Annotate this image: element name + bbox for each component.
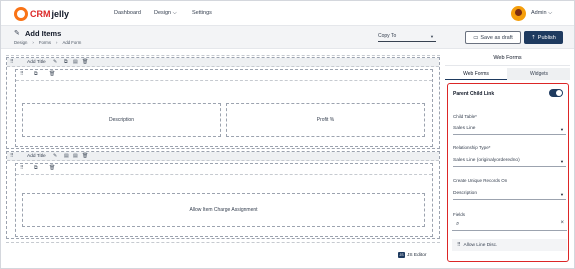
caret-down-icon: ▼	[430, 34, 434, 39]
form-section[interactable]: ⠿ ⧉ 🗑 Allow Item Charge Assignment	[15, 163, 433, 237]
breadcrumb-forms[interactable]: Forms	[39, 40, 51, 45]
logo-jelly-text: jelly	[51, 8, 70, 19]
parent-child-link-label: Parent Child Link	[453, 91, 495, 97]
copy-icon[interactable]: ⧉	[34, 71, 38, 77]
breadcrumb-separator: ›	[32, 40, 34, 45]
breadcrumb-add-form: Add Form	[62, 40, 82, 45]
form-section[interactable]: ⠿ ⧉ 🗑 Description Profit %	[15, 69, 433, 147]
js-icon: JS	[398, 252, 405, 258]
search-icon: ⌕	[456, 221, 460, 227]
field-item-label: Allow Line Disc.	[463, 242, 498, 248]
pencil-icon[interactable]: ✎	[53, 153, 57, 159]
caret-down-icon: ▼	[560, 192, 564, 197]
copy-icon[interactable]: ⧉	[64, 59, 68, 65]
divider	[6, 242, 440, 243]
copy-to-label: Copy To	[378, 33, 397, 39]
unique-records-select[interactable]: Description ▼	[453, 189, 566, 200]
child-table-value: Sales Line	[453, 126, 476, 131]
logo-crm-text: CRM	[30, 8, 51, 19]
child-table-label: Child Table*	[453, 114, 477, 119]
nav-dashboard[interactable]: Dashboard	[114, 10, 141, 16]
nav-design-label: Design	[154, 10, 172, 16]
page-title: Add Items	[25, 29, 62, 38]
drag-handle-icon[interactable]: ⠿	[10, 59, 14, 65]
drag-handle-icon[interactable]: ⠿	[20, 165, 24, 171]
divider	[16, 80, 432, 81]
save-draft-button[interactable]: ▭ Save as draft	[465, 31, 521, 44]
child-table-select[interactable]: Sales Line ▼	[453, 124, 566, 135]
drag-handle-icon[interactable]: ⠿	[20, 71, 24, 77]
columns-icon[interactable]: ▤	[64, 153, 69, 159]
parent-child-link-section: Parent Child Link Child Table* Sales Lin…	[447, 83, 569, 262]
copy-icon[interactable]: ⧉	[34, 165, 38, 171]
breadcrumb-design[interactable]: Design	[14, 40, 27, 45]
row-title[interactable]: Add Title	[27, 60, 46, 65]
fields-search-input[interactable]: ⌕ ×	[452, 220, 567, 231]
trash-icon[interactable]: 🗑	[49, 165, 55, 171]
breadcrumb: Design › Forms › Add Form	[14, 40, 81, 45]
form-canvas: ⠿ Add Title ✎ ⧉ ▤ 🗑 ⠿ ⧉ 🗑 Description Pr…	[6, 52, 440, 264]
drag-handle-icon[interactable]: ⠿	[10, 153, 14, 159]
caret-down-icon: ▼	[560, 127, 564, 132]
form-row[interactable]: ⠿ Add Title ✎ ⧉ ▤ 🗑 ⠿ ⧉ 🗑 Description Pr…	[6, 57, 440, 149]
avatar[interactable]	[511, 6, 526, 21]
nav-settings[interactable]: Settings	[192, 10, 212, 16]
user-menu[interactable]: Admin ⌵	[531, 10, 552, 17]
relationship-type-value: Sales Line (originalyorderedno)	[453, 158, 520, 163]
drag-handle-icon[interactable]: ⠿	[457, 243, 461, 248]
parent-child-link-toggle[interactable]	[549, 89, 563, 97]
page-header: ✎ Add Items Design › Forms › Add Form Co…	[1, 26, 574, 49]
relationship-type-select[interactable]: Sales Line (originalyorderedno) ▼	[453, 156, 566, 167]
trash-icon[interactable]: 🗑	[49, 71, 55, 77]
chevron-down-icon: ⌵	[172, 10, 177, 16]
relationship-type-label: Relationship Type*	[453, 145, 491, 150]
chevron-down-icon: ⌵	[548, 10, 553, 16]
row-title[interactable]: Add Title	[27, 154, 46, 159]
panel-tabs: Web Forms Widgets	[445, 68, 570, 80]
properties-panel: Web Forms Web Forms Widgets Parent Child…	[445, 51, 570, 264]
row-toolbar: ⠿ Add Title ✎ ⧉ ▤ 🗑	[7, 58, 439, 67]
upload-icon: ⇡	[531, 34, 536, 41]
tab-widgets[interactable]: Widgets	[508, 68, 570, 80]
divider	[445, 65, 570, 66]
field-description[interactable]: Description	[22, 103, 221, 137]
row-toolbar: ⠿ Add Title ✎ ▤ ▤ 🗑	[7, 152, 439, 161]
breadcrumb-separator: ›	[56, 40, 58, 45]
divider	[16, 174, 432, 175]
panel-title: Web Forms	[493, 55, 522, 61]
form-row[interactable]: ⠿ Add Title ✎ ▤ ▤ 🗑 ⠿ ⧉ 🗑 Allow Item Cha…	[6, 151, 440, 239]
logo-icon	[14, 6, 28, 21]
columns-icon[interactable]: ▤	[73, 59, 78, 65]
user-name: Admin	[531, 10, 547, 16]
js-editor-button[interactable]: JS JS Editor	[398, 252, 426, 258]
fields-label: Fields	[453, 212, 466, 217]
copy-to-select[interactable]: Copy To ▼	[378, 31, 436, 42]
publish-button[interactable]: ⇡ Publish	[524, 31, 563, 44]
top-navigation: CRM jelly Dashboard Design ⌵ Settings Ad…	[1, 1, 574, 26]
trash-icon[interactable]: 🗑	[82, 153, 88, 159]
trash-icon[interactable]: 🗑	[82, 59, 88, 65]
tab-web-forms[interactable]: Web Forms	[445, 68, 507, 80]
columns-icon[interactable]: ▤	[73, 153, 78, 159]
pencil-icon[interactable]: ✎	[14, 29, 20, 37]
document-icon: ▭	[473, 34, 479, 41]
publish-label: Publish	[537, 34, 556, 41]
field-profit[interactable]: Profit %	[226, 103, 425, 137]
list-item[interactable]: ⠿ Allow Line Disc.	[452, 239, 567, 251]
save-draft-label: Save as draft	[480, 34, 513, 41]
js-editor-label: JS Editor	[407, 252, 427, 258]
logo[interactable]: CRM jelly	[14, 5, 69, 22]
nav-design[interactable]: Design ⌵	[154, 10, 177, 17]
field-allow-item-charge[interactable]: Allow Item Charge Assignment	[22, 193, 425, 227]
divider	[6, 55, 440, 56]
unique-records-label: Create Unique Records On	[453, 178, 508, 183]
pencil-icon[interactable]: ✎	[53, 59, 57, 65]
close-icon[interactable]: ×	[560, 220, 564, 226]
caret-down-icon: ▼	[560, 159, 564, 164]
unique-records-value: Description	[453, 191, 477, 196]
